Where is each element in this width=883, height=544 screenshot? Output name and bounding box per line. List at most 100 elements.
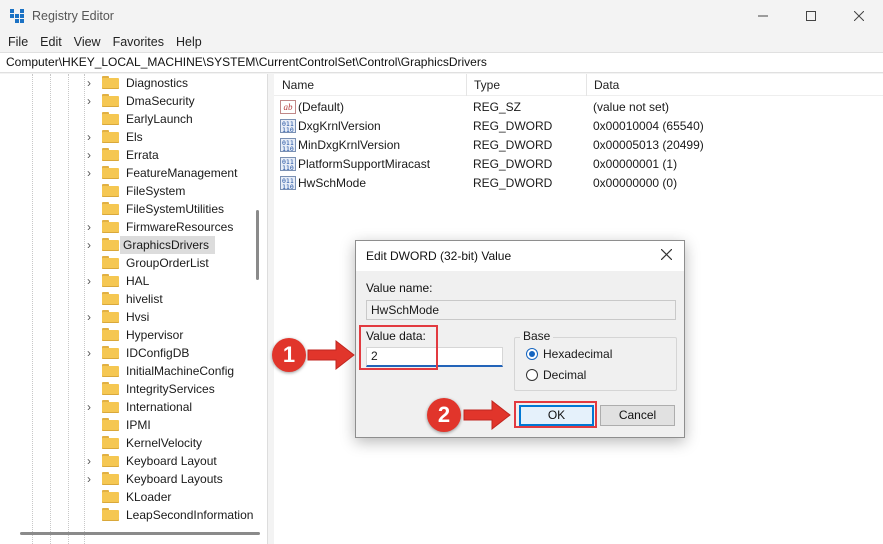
tree-item-label: Diagnostics xyxy=(126,76,189,90)
tree-item[interactable]: › Els xyxy=(0,128,260,146)
chevron-right-icon[interactable]: › xyxy=(87,129,97,145)
tree-item-label: FirmwareResources xyxy=(126,220,234,234)
value-type: REG_DWORD xyxy=(473,157,553,171)
tree-item[interactable]: › Keyboard Layouts xyxy=(0,470,260,488)
tree-pane[interactable]: › Diagnostics › DmaSecurity EarlyLaunch › Els ›… xyxy=(0,74,268,544)
tree-item[interactable]: FileSystemUtilities xyxy=(0,200,260,218)
tree-item[interactable]: › Hvsi xyxy=(0,308,260,326)
tree-item-label: Els xyxy=(126,130,143,144)
tree-item[interactable]: › International xyxy=(0,398,260,416)
minimize-icon xyxy=(758,15,768,16)
column-header-data[interactable]: Data xyxy=(586,74,619,96)
tree-item[interactable]: › Diagnostics xyxy=(0,74,260,92)
tree-item[interactable]: › FirmwareResources xyxy=(0,218,260,236)
cancel-button[interactable]: Cancel xyxy=(600,405,675,426)
value-type: REG_DWORD xyxy=(473,176,553,190)
value-name: DxgKrnlVersion xyxy=(298,119,381,133)
close-icon xyxy=(854,10,864,21)
chevron-right-icon[interactable]: › xyxy=(87,219,97,235)
dialog-close-button[interactable] xyxy=(652,241,680,271)
tree-item[interactable]: KernelVelocity xyxy=(0,434,260,452)
chevron-right-icon[interactable]: › xyxy=(87,147,97,163)
binary-value-icon: 011 110 xyxy=(280,138,296,152)
tree-item[interactable]: › IDConfigDB xyxy=(0,344,260,362)
tree-item[interactable]: InitialMachineConfig xyxy=(0,362,260,380)
tree-item[interactable]: LeapSecondInformation xyxy=(0,506,260,524)
chevron-right-icon[interactable]: › xyxy=(87,237,97,253)
close-icon xyxy=(660,248,672,261)
tree-item[interactable]: Hypervisor xyxy=(0,326,260,344)
column-header-type[interactable]: Type xyxy=(466,74,500,96)
folder-icon xyxy=(102,256,119,269)
chevron-right-icon[interactable]: › xyxy=(87,345,97,361)
chevron-right-icon[interactable]: › xyxy=(87,399,97,415)
value-row[interactable]: 011 110 DxgKrnlVersion REG_DWORD 0x00010004… xyxy=(274,117,883,136)
folder-icon xyxy=(102,130,119,143)
column-header-name[interactable]: Name xyxy=(274,74,314,96)
value-row[interactable]: 011 110 PlatformSupportMiracast REG_DWORD 0… xyxy=(274,155,883,174)
menu-file[interactable]: File xyxy=(2,35,34,49)
value-row[interactable]: ab (Default) REG_SZ (value not set) xyxy=(274,98,883,117)
folder-icon xyxy=(102,364,119,377)
folder-icon xyxy=(102,184,119,197)
registry-editor-icon xyxy=(10,8,24,23)
tree-item[interactable]: EarlyLaunch xyxy=(0,110,260,128)
chevron-right-icon[interactable]: › xyxy=(87,93,97,109)
tree-item[interactable]: › Keyboard Layout xyxy=(0,452,260,470)
value-name-field: HwSchMode xyxy=(366,300,676,320)
radio-decimal[interactable]: Decimal xyxy=(526,367,586,383)
menu-favorites[interactable]: Favorites xyxy=(107,35,170,49)
tree-item[interactable]: › Errata xyxy=(0,146,260,164)
tree-horizontal-scrollbar[interactable] xyxy=(20,532,260,535)
address-bar[interactable]: Computer\HKEY_LOCAL_MACHINE\SYSTEM\Curre… xyxy=(0,52,883,73)
tree-item[interactable]: IntegrityServices xyxy=(0,380,260,398)
chevron-right-icon[interactable]: › xyxy=(87,273,97,289)
folder-icon xyxy=(102,94,119,107)
maximize-button[interactable] xyxy=(787,0,835,31)
folder-icon xyxy=(102,508,119,521)
tree-item-label: hivelist xyxy=(126,292,163,306)
tree-item[interactable]: › GraphicsDrivers xyxy=(0,236,260,254)
tree-item[interactable]: › DmaSecurity xyxy=(0,92,260,110)
close-button[interactable] xyxy=(835,0,883,31)
tree-item[interactable]: FileSystem xyxy=(0,182,260,200)
tree-item[interactable]: IPMI xyxy=(0,416,260,434)
chevron-right-icon[interactable]: › xyxy=(87,453,97,469)
chevron-right-icon[interactable]: › xyxy=(87,165,97,181)
folder-icon xyxy=(102,436,119,449)
menu-edit[interactable]: Edit xyxy=(34,35,68,49)
folder-icon xyxy=(102,112,119,125)
tree-item[interactable]: KLoader xyxy=(0,488,260,506)
folder-icon xyxy=(102,202,119,215)
value-data: 0x00000000 (0) xyxy=(593,176,678,190)
value-name: PlatformSupportMiracast xyxy=(298,157,431,171)
chevron-right-icon[interactable]: › xyxy=(87,309,97,325)
folder-icon xyxy=(102,418,119,431)
tree-guide-line xyxy=(84,74,85,544)
tree-item[interactable]: hivelist xyxy=(0,290,260,308)
tree-item-label: GroupOrderList xyxy=(126,256,209,270)
tree-item[interactable]: GroupOrderList xyxy=(0,254,260,272)
menu-help[interactable]: Help xyxy=(170,35,208,49)
menu-view[interactable]: View xyxy=(68,35,107,49)
radio-hexadecimal[interactable]: Hexadecimal xyxy=(526,346,612,362)
tree-vertical-scrollbar[interactable] xyxy=(256,210,259,280)
ok-button-highlight xyxy=(514,401,597,428)
menu-bar: File Edit View Favorites Help xyxy=(0,31,883,52)
tree-guide-line xyxy=(32,74,33,544)
binary-value-icon: 011 110 xyxy=(280,119,296,133)
chevron-right-icon[interactable]: › xyxy=(87,75,97,91)
folder-icon xyxy=(102,382,119,395)
chevron-right-icon[interactable]: › xyxy=(87,471,97,487)
folder-icon xyxy=(102,76,119,89)
radio-unchecked-icon[interactable] xyxy=(526,369,538,381)
tree-item[interactable]: › FeatureManagement xyxy=(0,164,260,182)
tree-item-label: IntegrityServices xyxy=(126,382,215,396)
minimize-button[interactable] xyxy=(739,0,787,31)
folder-icon xyxy=(102,454,119,467)
radio-checked-icon[interactable] xyxy=(526,348,538,360)
binary-value-icon: 011 110 xyxy=(280,176,296,190)
value-row[interactable]: 011 110 HwSchMode REG_DWORD 0x00000000 (0) xyxy=(274,174,883,193)
tree-item[interactable]: › HAL xyxy=(0,272,260,290)
value-row[interactable]: 011 110 MinDxgKrnlVersion REG_DWORD 0x00005… xyxy=(274,136,883,155)
